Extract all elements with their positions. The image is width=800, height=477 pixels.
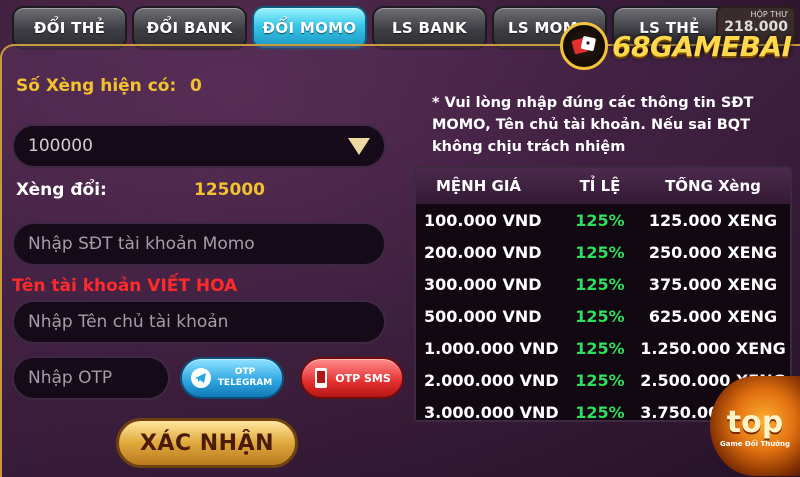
- corner-watermark-text: top: [726, 404, 784, 440]
- cell-amount: 200.000 VND: [424, 242, 542, 262]
- cell-rate: 125%: [575, 338, 625, 358]
- otp-telegram-label: OTP TELEGRAM: [217, 367, 273, 388]
- brand-logo: 68GAMEBAI: [560, 16, 792, 76]
- telegram-icon: [191, 368, 211, 388]
- balance-label: Số Xèng hiện có:: [16, 76, 177, 96]
- header-tong-xeng: TỔNG Xèng: [665, 177, 761, 195]
- cell-amount: 2.000.000 VND: [424, 370, 559, 390]
- cell-amount: 300.000 VND: [424, 274, 542, 294]
- cell-total: 625.000 XENG: [648, 306, 778, 326]
- cell-rate: 125%: [575, 402, 625, 422]
- cell-rate: 125%: [575, 306, 625, 326]
- cell-rate: 125%: [575, 274, 625, 294]
- table-row: 200.000 VND 125% 250.000 XENG: [416, 236, 790, 268]
- dice-icon: [560, 22, 608, 70]
- otp-telegram-button[interactable]: OTP TELEGRAM: [180, 357, 284, 399]
- amount-select-value: 100000: [28, 136, 93, 156]
- phone-input-placeholder: Nhập SĐT tài khoản Momo: [28, 234, 255, 254]
- table-row: 300.000 VND 125% 375.000 XENG: [416, 268, 790, 300]
- cell-total: 375.000 XENG: [648, 274, 778, 294]
- cell-amount: 100.000 VND: [424, 210, 542, 230]
- table-row: 500.000 VND 125% 625.000 XENG: [416, 300, 790, 332]
- otp-sms-label: OTP SMS: [335, 371, 391, 385]
- cell-rate: 125%: [575, 242, 625, 262]
- cell-amount: 500.000 VND: [424, 306, 542, 326]
- notice-text: * Vui lòng nhập đúng các thông tin SĐT M…: [432, 95, 754, 155]
- phone-input[interactable]: Nhập SĐT tài khoản Momo: [12, 222, 386, 266]
- otp-input-placeholder: Nhập OTP: [28, 368, 113, 388]
- cell-rate: 125%: [575, 370, 625, 390]
- cell-amount: 1.000.000 VND: [424, 338, 559, 358]
- balance-value: 0: [190, 76, 202, 96]
- cell-total: 1.250.000 XENG: [640, 338, 786, 358]
- table-row: 100.000 VND 125% 125.000 XENG: [416, 204, 790, 236]
- account-name-hint: Tên tài khoản VIẾT HOA: [12, 276, 238, 296]
- brand-logo-text: 68GAMEBAI: [612, 29, 792, 63]
- header-menh-gia: MỆNH GIÁ: [436, 177, 522, 195]
- table-row: 1.000.000 VND 125% 1.250.000 XENG: [416, 332, 790, 364]
- otp-sms-button[interactable]: OTP SMS: [300, 357, 404, 399]
- cell-total: 250.000 XENG: [648, 242, 778, 262]
- corner-watermark: top Game Đổi Thưởng: [710, 376, 800, 476]
- phone-icon: [313, 367, 329, 389]
- amount-select[interactable]: 100000: [12, 124, 386, 168]
- corner-watermark-subtitle: Game Đổi Thưởng: [719, 439, 790, 448]
- chevron-down-icon: [348, 138, 370, 155]
- cell-total: 125.000 XENG: [648, 210, 778, 230]
- header-ti-le: TỈ LỆ: [579, 177, 621, 195]
- account-name-placeholder: Nhập Tên chủ tài khoản: [28, 312, 229, 332]
- otp-input[interactable]: Nhập OTP: [12, 356, 170, 400]
- receive-label: Xèng đổi:: [16, 180, 107, 200]
- account-name-input[interactable]: Nhập Tên chủ tài khoản: [12, 300, 386, 344]
- table-header: MỆNH GIÁ TỈ LỆ TỔNG Xèng: [416, 168, 790, 204]
- receive-value: 125000: [194, 180, 265, 200]
- cell-rate: 125%: [575, 210, 625, 230]
- confirm-button[interactable]: XÁC NHẬN: [116, 418, 298, 468]
- cell-amount: 3.000.000 VND: [424, 402, 559, 422]
